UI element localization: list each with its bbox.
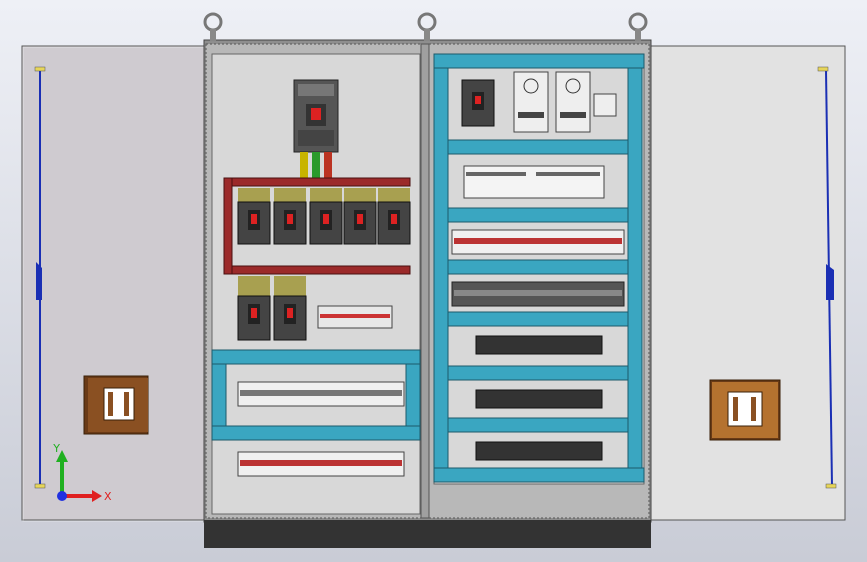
molded-case-breaker-icon[interactable] (237, 276, 271, 341)
terminal-block-icon[interactable] (593, 93, 617, 117)
terminal-block-icon[interactable] (317, 305, 393, 329)
left-door[interactable] (21, 45, 208, 522)
power-supply-icon[interactable] (513, 71, 549, 133)
molded-case-breaker-icon[interactable] (461, 79, 495, 127)
terminal-block-icon[interactable] (237, 381, 405, 407)
terminal-block-icon[interactable] (237, 451, 405, 477)
lifting-eye-bolt-icon (417, 12, 437, 41)
terminal-block-icon[interactable] (451, 229, 625, 255)
molded-case-breaker-icon[interactable] (309, 188, 343, 245)
molded-case-breaker-icon[interactable] (237, 188, 271, 245)
right-mounting-plate[interactable] (433, 53, 645, 485)
door-handle-icon[interactable] (709, 379, 781, 441)
terminal-block-icon[interactable] (451, 281, 625, 307)
cabinet-model[interactable]: Y X (0, 0, 867, 562)
right-door[interactable] (650, 45, 846, 521)
triad-y-label: Y (52, 442, 60, 455)
molded-case-breaker-icon[interactable] (293, 79, 339, 153)
terminal-block-icon[interactable] (475, 441, 603, 461)
plc-module-icon[interactable] (463, 165, 605, 199)
lifting-eye-bolt-icon (203, 12, 223, 41)
power-supply-icon[interactable] (555, 71, 591, 133)
molded-case-breaker-icon[interactable] (273, 276, 307, 341)
breaker-row (237, 188, 411, 245)
door-handle-icon[interactable] (83, 375, 149, 435)
triad-x-label: X (104, 490, 112, 503)
terminal-block-icon[interactable] (475, 389, 603, 409)
lifting-eye-bolt-icon (628, 12, 648, 41)
cabinet-base (204, 520, 651, 548)
molded-case-breaker-icon[interactable] (273, 188, 307, 245)
left-mounting-plate[interactable] (211, 53, 421, 515)
molded-case-breaker-icon[interactable] (377, 188, 411, 245)
molded-case-breaker-icon[interactable] (343, 188, 377, 245)
terminal-block-icon[interactable] (475, 335, 603, 355)
3d-viewport[interactable]: Y X (0, 0, 867, 562)
